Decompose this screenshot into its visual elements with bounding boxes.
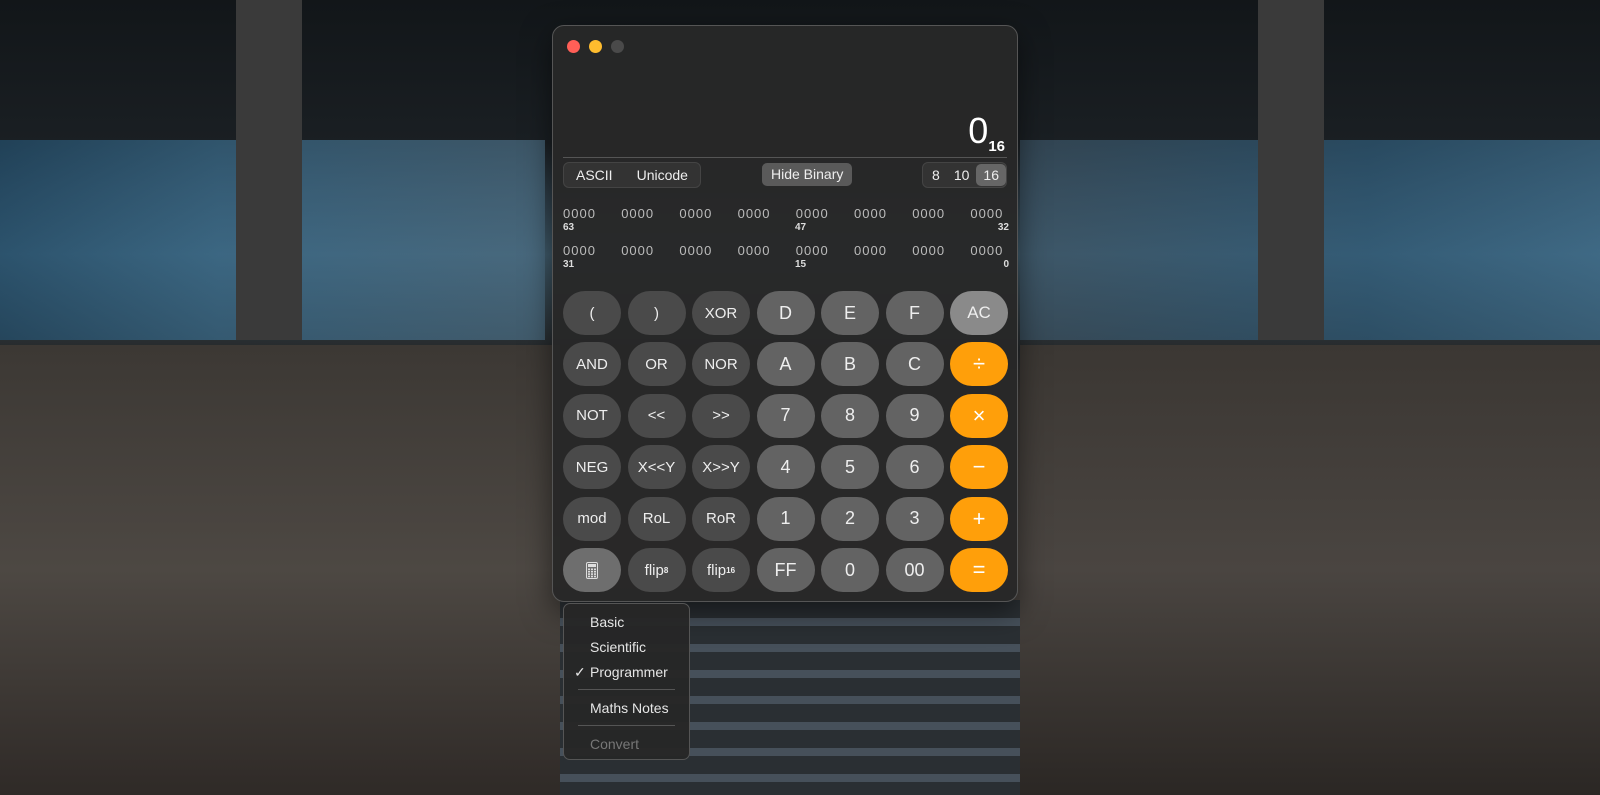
base-8-button[interactable]: 8 <box>923 164 947 186</box>
key-open-paren-button[interactable]: ( <box>563 291 621 335</box>
key-e-button[interactable]: E <box>821 291 879 335</box>
binary-nibble[interactable]: 0000 <box>679 206 712 221</box>
zoom-button[interactable] <box>611 40 624 53</box>
key-0-button[interactable]: 0 <box>821 548 879 592</box>
key-divide-button[interactable]: ÷ <box>950 342 1008 387</box>
close-button[interactable] <box>567 40 580 53</box>
binary-nibble[interactable]: 0000 <box>854 243 887 258</box>
key-x-shift-right-y-button[interactable]: X>>Y <box>692 445 750 490</box>
bit-position-label: 15 <box>795 259 807 270</box>
bit-position-label: 0 <box>1003 259 1009 270</box>
key-6-button[interactable]: 6 <box>885 445 944 490</box>
mode-menu-button[interactable] <box>563 548 621 592</box>
key-nor-button[interactable]: NOR <box>692 342 750 387</box>
key-00-button[interactable]: 00 <box>885 548 944 592</box>
binary-nibble[interactable]: 0000 <box>970 243 1003 258</box>
key-b-button[interactable]: B <box>821 342 879 387</box>
binary-nibble[interactable]: 0000 <box>854 206 887 221</box>
key-or-button[interactable]: OR <box>627 342 686 387</box>
menu-separator <box>578 689 675 690</box>
binary-nibble[interactable]: 0000 <box>621 206 654 221</box>
menu-item-maths-notes[interactable]: Maths Notes <box>590 700 669 716</box>
display: 016 <box>968 110 1005 155</box>
key-subscript: 8 <box>663 565 669 575</box>
encoding-segmented-control: ASCII Unicode <box>563 162 701 188</box>
base-segmented-control: 8 10 16 <box>922 162 1007 188</box>
key-add-button[interactable]: + <box>950 496 1008 541</box>
bit-position-label: 31 <box>563 259 575 270</box>
binary-nibble[interactable]: 0000 <box>563 206 596 221</box>
mode-menu: Basic Scientific ✓ Programmer Maths Notes… <box>563 603 690 760</box>
binary-nibble[interactable]: 0000 <box>796 243 829 258</box>
display-base: 16 <box>988 138 1005 156</box>
menu-item-convert: Convert <box>590 736 640 752</box>
key-mod-button[interactable]: mod <box>563 496 621 541</box>
key-d-button[interactable]: D <box>756 291 815 335</box>
unicode-button[interactable]: Unicode <box>625 164 700 186</box>
key-rol-button[interactable]: RoL <box>627 496 686 541</box>
minimize-button[interactable] <box>589 40 602 53</box>
bit-position-label: 47 <box>795 222 807 233</box>
key-label: flip <box>706 561 727 579</box>
key-and-button[interactable]: AND <box>563 342 621 387</box>
key-ac-button[interactable]: AC <box>950 291 1008 335</box>
key-x-shift-left-y-button[interactable]: X<<Y <box>627 445 686 490</box>
menu-separator <box>578 725 675 726</box>
binary-nibble[interactable]: 0000 <box>970 206 1003 221</box>
key-ff-button[interactable]: FF <box>756 548 815 592</box>
binary-nibble[interactable]: 0000 <box>796 206 829 221</box>
key-subtract-button[interactable]: − <box>950 445 1008 490</box>
display-value: 0 <box>968 110 989 151</box>
key-3-button[interactable]: 3 <box>885 496 944 541</box>
key-2-button[interactable]: 2 <box>821 496 879 541</box>
menu-item-basic[interactable]: Basic <box>590 614 624 630</box>
binary-nibble[interactable]: 0000 <box>621 243 654 258</box>
key-subscript: 16 <box>726 565 736 575</box>
menu-item-scientific[interactable]: Scientific <box>590 639 646 655</box>
key-c-button[interactable]: C <box>885 342 944 387</box>
flip16-button[interactable]: flip 16 <box>692 548 750 592</box>
key-close-paren-button[interactable]: ) <box>627 291 686 335</box>
ascii-button[interactable]: ASCII <box>564 164 625 186</box>
flip8-button[interactable]: flip 8 <box>627 548 686 592</box>
key-5-button[interactable]: 5 <box>821 445 879 490</box>
binary-nibble[interactable]: 0000 <box>738 243 771 258</box>
key-shift-left-button[interactable]: << <box>627 393 686 438</box>
key-4-button[interactable]: 4 <box>756 445 815 490</box>
key-9-button[interactable]: 9 <box>885 393 944 438</box>
key-a-button[interactable]: A <box>756 342 815 387</box>
key-8-button[interactable]: 8 <box>821 393 879 438</box>
binary-nibble[interactable]: 0000 <box>912 206 945 221</box>
key-f-button[interactable]: F <box>885 291 944 335</box>
bit-position-label: 32 <box>997 222 1009 233</box>
bit-position-label: 63 <box>563 222 575 233</box>
divider <box>563 157 1007 158</box>
background-pillar <box>236 0 302 340</box>
key-label: flip <box>644 561 664 579</box>
key-1-button[interactable]: 1 <box>756 496 815 541</box>
menu-item-label: Programmer <box>590 664 668 680</box>
key-neg-button[interactable]: NEG <box>563 445 621 490</box>
background-pillar <box>1258 0 1324 340</box>
base-10-button[interactable]: 10 <box>947 164 977 186</box>
key-shift-right-button[interactable]: >> <box>692 393 750 438</box>
key-xor-button[interactable]: XOR <box>692 291 750 335</box>
binary-nibble[interactable]: 0000 <box>679 243 712 258</box>
background-wall-right <box>1020 345 1600 795</box>
base-16-button[interactable]: 16 <box>976 164 1006 186</box>
binary-nibble[interactable]: 0000 <box>912 243 945 258</box>
key-7-button[interactable]: 7 <box>756 393 815 438</box>
key-multiply-button[interactable]: × <box>950 393 1008 438</box>
calculator-window: 016 ASCII Unicode Hide Binary 8 10 16 00… <box>552 25 1018 602</box>
background-wall-left <box>0 345 560 795</box>
binary-nibble[interactable]: 0000 <box>738 206 771 221</box>
key-ror-button[interactable]: RoR <box>692 496 750 541</box>
key-not-button[interactable]: NOT <box>563 393 621 438</box>
hide-binary-button[interactable]: Hide Binary <box>762 163 853 186</box>
menu-item-programmer[interactable]: ✓ Programmer <box>574 664 668 680</box>
calculator-icon <box>586 561 598 579</box>
binary-nibble[interactable]: 0000 <box>563 243 596 258</box>
checkmark-icon: ✓ <box>574 664 586 680</box>
key-equals-button[interactable]: = <box>950 548 1008 592</box>
